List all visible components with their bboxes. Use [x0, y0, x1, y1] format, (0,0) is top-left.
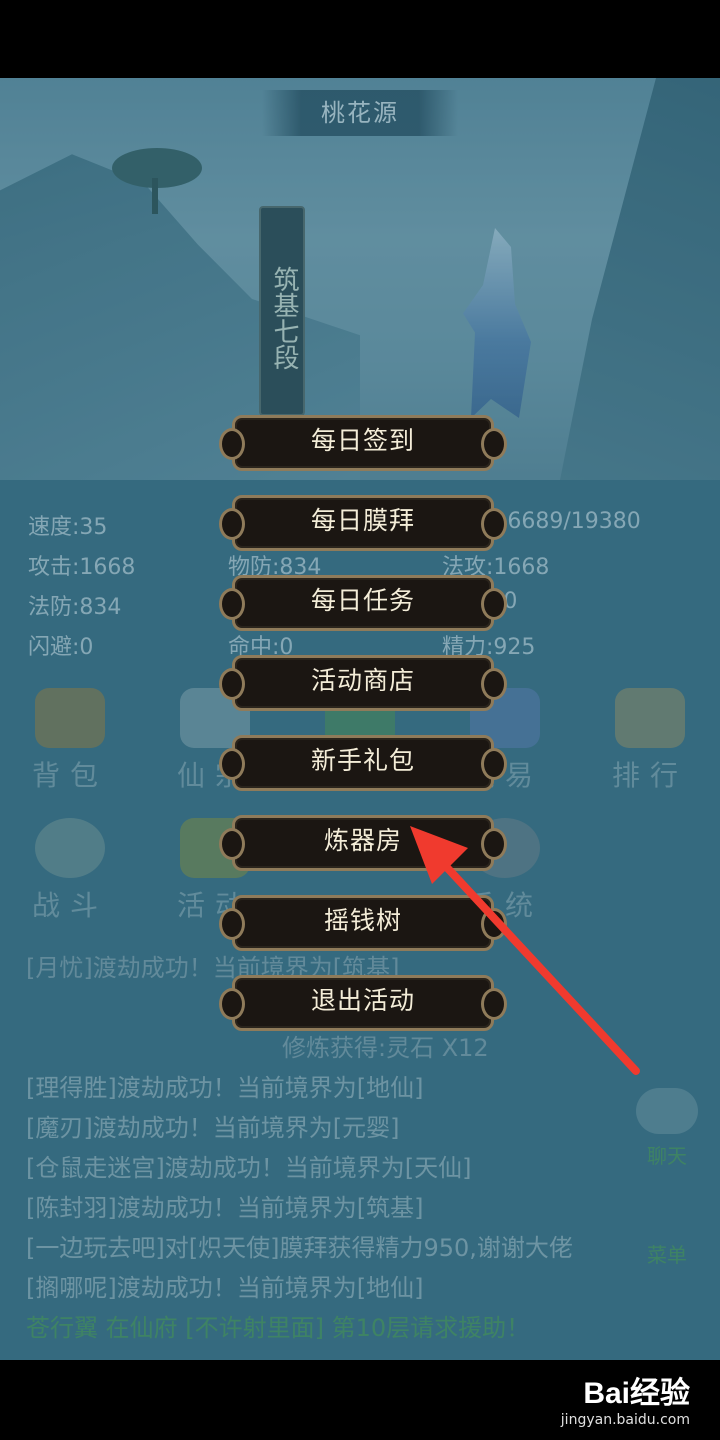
status-bar — [0, 0, 720, 78]
watermark: Bai经验 jingyan.baidu.com — [561, 1368, 690, 1428]
watermark-logo: Bai经验 — [583, 1377, 690, 1410]
game-screen: 桃花源 筑基七段 速度:35 :16689/19380 攻击:1668 物防:8… — [0, 78, 720, 1360]
annotation-arrow-icon — [410, 826, 640, 1075]
watermark-url: jingyan.baidu.com — [560, 1412, 690, 1428]
